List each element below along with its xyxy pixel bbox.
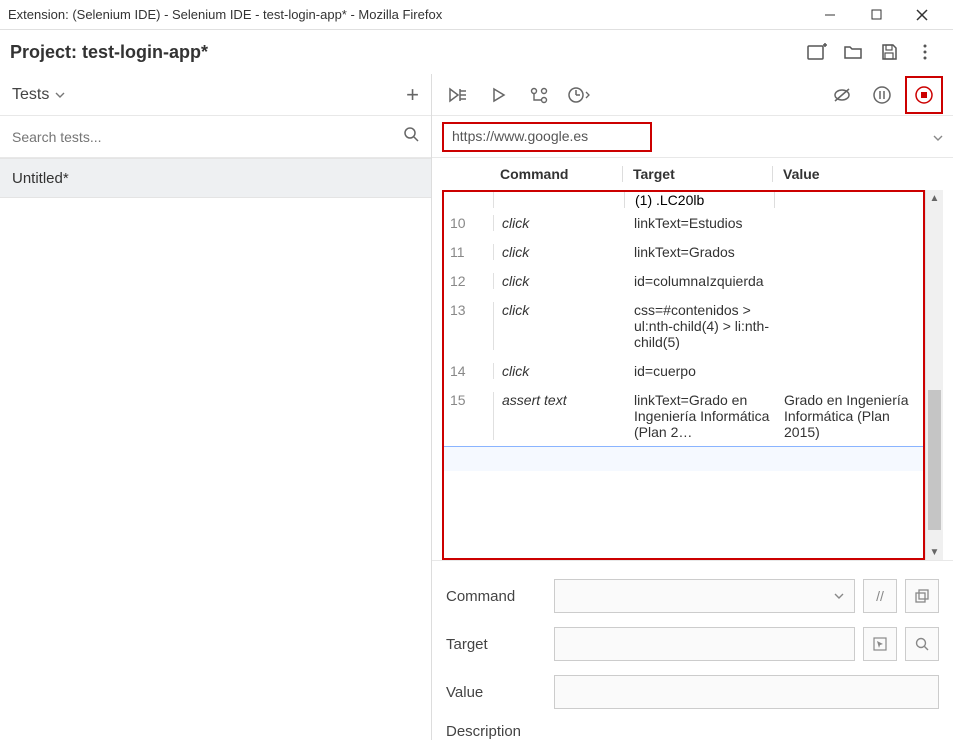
search-icon[interactable] bbox=[403, 126, 419, 147]
disable-breakpoints-button[interactable] bbox=[825, 78, 859, 112]
open-new-window-button[interactable] bbox=[905, 579, 939, 613]
col-command-header: Command bbox=[492, 166, 622, 182]
more-menu-button[interactable] bbox=[907, 34, 943, 70]
save-project-button[interactable] bbox=[871, 34, 907, 70]
test-item[interactable]: Untitled* bbox=[0, 158, 431, 198]
tests-dropdown[interactable]: Tests bbox=[12, 86, 406, 104]
detail-value-label: Value bbox=[446, 684, 546, 701]
table-row[interactable]: 15 assert text linkText=Grado en Ingenie… bbox=[444, 385, 923, 446]
select-target-button[interactable] bbox=[863, 627, 897, 661]
toggle-comment-button[interactable]: // bbox=[863, 579, 897, 613]
stop-highlight bbox=[905, 76, 943, 114]
window-titlebar: Extension: (Selenium IDE) - Selenium IDE… bbox=[0, 0, 953, 30]
close-window-button[interactable] bbox=[899, 0, 945, 30]
new-project-button[interactable] bbox=[799, 34, 835, 70]
playback-url-input[interactable] bbox=[452, 128, 642, 144]
detail-command-label: Command bbox=[446, 588, 546, 605]
right-panel: Command Target Value (1) .LC20lb 10 clic… bbox=[432, 74, 953, 740]
col-value-header: Value bbox=[772, 166, 912, 182]
command-detail-area: Command // Target Value bbox=[432, 560, 953, 740]
table-row-partial[interactable]: (1) .LC20lb bbox=[444, 192, 923, 208]
scroll-up-arrow[interactable]: ▲ bbox=[926, 190, 943, 206]
table-highlight: (1) .LC20lb 10 click linkText=Estudios 1… bbox=[442, 190, 925, 560]
step-button[interactable] bbox=[522, 78, 556, 112]
detail-target-label: Target bbox=[446, 636, 546, 653]
speed-button[interactable] bbox=[562, 78, 596, 112]
command-table-area: (1) .LC20lb 10 click linkText=Estudios 1… bbox=[432, 190, 953, 560]
detail-target-input[interactable] bbox=[554, 627, 855, 661]
minimize-button[interactable] bbox=[807, 0, 853, 30]
maximize-button[interactable] bbox=[853, 0, 899, 30]
scroll-thumb[interactable] bbox=[928, 390, 941, 530]
insert-row-bar[interactable] bbox=[444, 446, 923, 471]
table-row[interactable]: 12 click id=columnaIzquierda bbox=[444, 266, 923, 295]
run-all-button[interactable] bbox=[442, 78, 476, 112]
project-title: Project: test-login-app* bbox=[10, 42, 799, 63]
detail-command-select[interactable] bbox=[554, 579, 855, 613]
search-input[interactable] bbox=[12, 129, 403, 145]
table-row[interactable]: 14 click id=cuerpo bbox=[444, 356, 923, 385]
url-highlight bbox=[442, 122, 652, 152]
window-title: Extension: (Selenium IDE) - Selenium IDE… bbox=[8, 7, 807, 22]
add-test-button[interactable]: + bbox=[406, 82, 419, 108]
pause-button[interactable] bbox=[865, 78, 899, 112]
vertical-scrollbar[interactable]: ▲ ▼ bbox=[925, 190, 943, 560]
run-current-button[interactable] bbox=[482, 78, 516, 112]
col-target-header: Target bbox=[622, 166, 772, 182]
stop-record-button[interactable] bbox=[907, 78, 941, 112]
playback-toolbar bbox=[432, 74, 953, 116]
url-dropdown-caret[interactable] bbox=[933, 128, 943, 146]
detail-value-input[interactable] bbox=[554, 675, 939, 709]
tests-header: Tests + bbox=[0, 74, 431, 116]
scroll-down-arrow[interactable]: ▼ bbox=[926, 544, 943, 560]
table-row[interactable]: 10 click linkText=Estudios bbox=[444, 208, 923, 237]
find-target-button[interactable] bbox=[905, 627, 939, 661]
search-row bbox=[0, 116, 431, 158]
url-row bbox=[432, 116, 953, 158]
chevron-down-icon bbox=[55, 92, 65, 98]
command-table-header: Command Target Value bbox=[432, 158, 953, 190]
project-bar: Project: test-login-app* bbox=[0, 30, 953, 74]
table-row[interactable]: 11 click linkText=Grados bbox=[444, 237, 923, 266]
detail-description-label: Description bbox=[446, 723, 546, 740]
chevron-down-icon bbox=[834, 593, 844, 599]
table-row[interactable]: 13 click css=#contenidos > ul:nth-child(… bbox=[444, 295, 923, 356]
open-project-button[interactable] bbox=[835, 34, 871, 70]
left-panel: Tests + Untitled* bbox=[0, 74, 432, 740]
command-table-body: (1) .LC20lb 10 click linkText=Estudios 1… bbox=[444, 192, 923, 558]
test-item-name: Untitled* bbox=[12, 170, 69, 187]
